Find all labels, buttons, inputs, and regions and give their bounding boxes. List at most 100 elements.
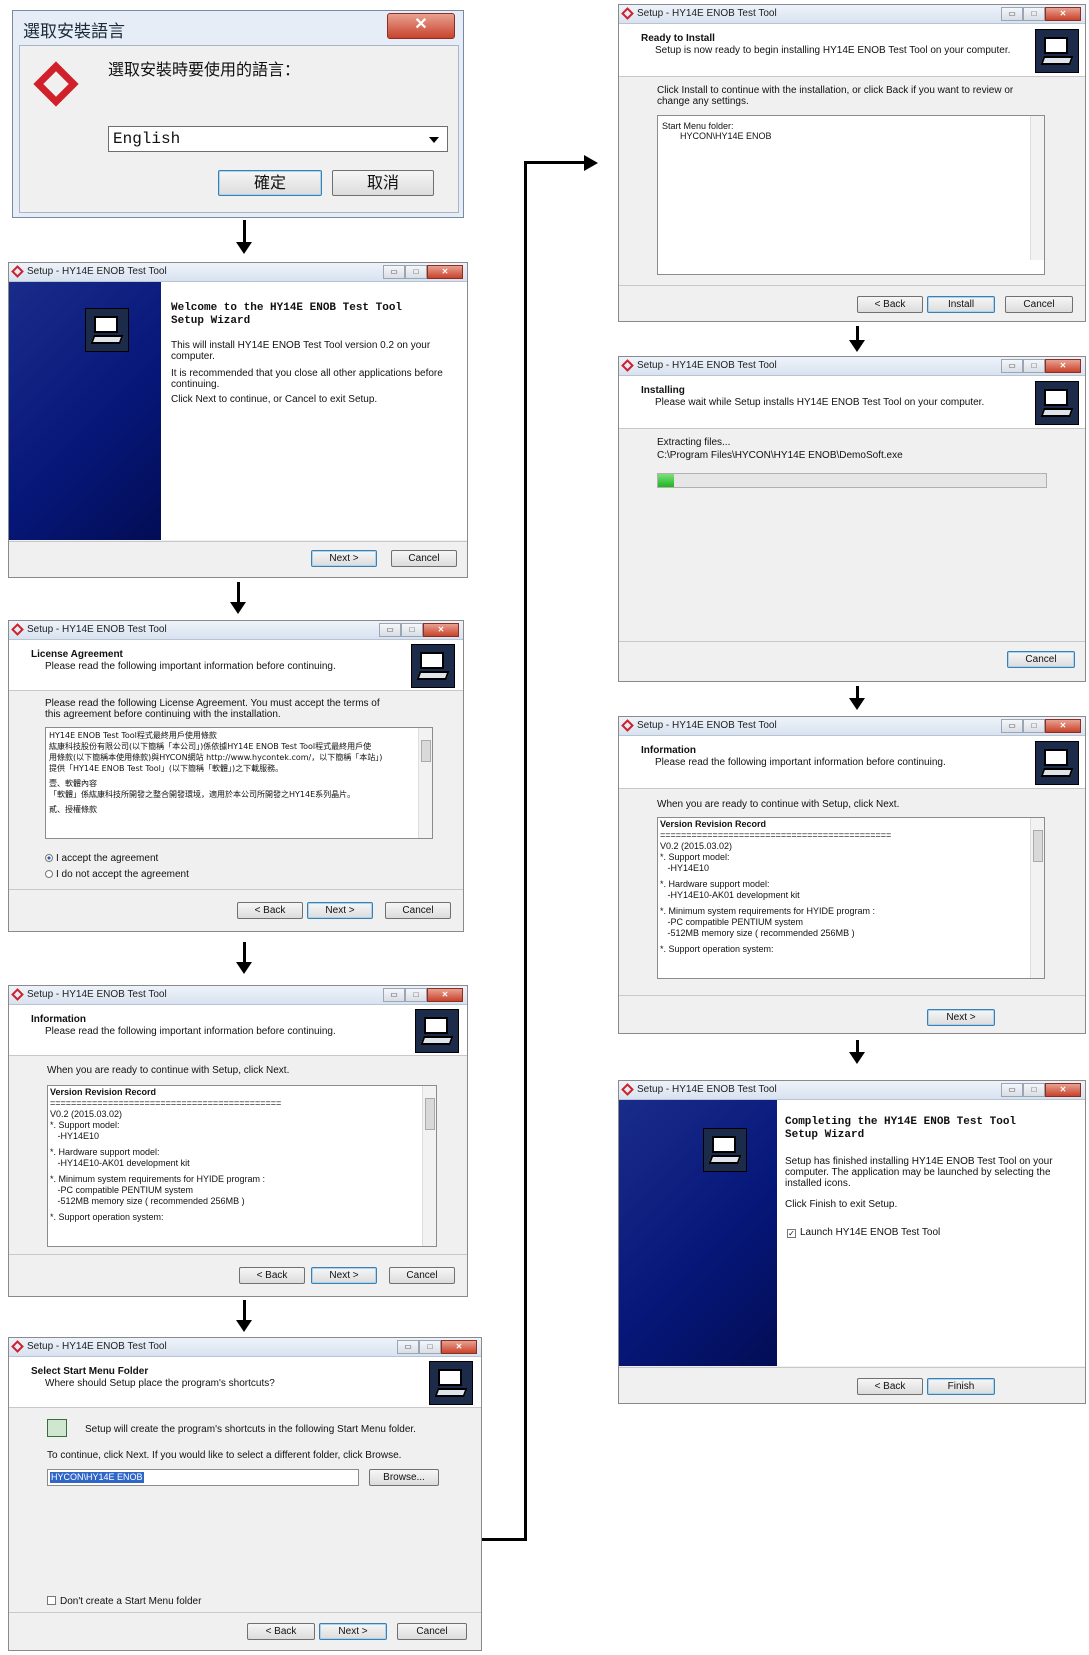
back-button[interactable]: < Back <box>239 1267 305 1284</box>
cancel-button[interactable]: 取消 <box>332 170 434 196</box>
minimize-icon[interactable]: ▭ <box>1001 719 1023 733</box>
window-controls[interactable]: ▭ □ ✕ <box>397 1340 477 1354</box>
window-controls[interactable]: ▭ □ ✕ <box>379 623 459 637</box>
folder-input[interactable]: HYCON\HY14E ENOB <box>47 1469 359 1486</box>
no-folder-label: Don't create a Start Menu folder <box>60 1596 202 1607</box>
maximize-icon[interactable]: □ <box>419 1340 441 1354</box>
setup-computer-icon <box>415 1009 459 1053</box>
app-icon <box>621 7 634 20</box>
maximize-icon[interactable]: □ <box>1023 359 1045 373</box>
maximize-icon[interactable]: □ <box>1023 719 1045 733</box>
cancel-button[interactable]: Cancel <box>389 1267 455 1284</box>
flow-arrow-head <box>849 1052 865 1064</box>
decline-radio[interactable]: I do not accept the agreement <box>45 869 189 881</box>
information-record: Version Revision Record =================… <box>50 1087 281 1223</box>
window-controls[interactable]: ▭ □ ✕ <box>383 988 463 1002</box>
close-icon[interactable]: ✕ <box>387 13 455 39</box>
record-line: -512MB memory size ( recommended 256MB ) <box>50 1196 245 1206</box>
back-button[interactable]: < Back <box>857 1378 923 1395</box>
window-title: Setup - HY14E ENOB Test Tool <box>637 1084 777 1095</box>
minimize-icon[interactable]: ▭ <box>379 623 401 637</box>
window-title: Setup - HY14E ENOB Test Tool <box>637 360 777 371</box>
progress-fill <box>658 474 674 487</box>
maximize-icon[interactable]: □ <box>405 265 427 279</box>
scrollbar[interactable] <box>422 1086 436 1246</box>
wizard-side-banner <box>9 282 161 540</box>
minimize-icon[interactable]: ▭ <box>1001 359 1023 373</box>
window-controls[interactable]: ▭ □ ✕ <box>1001 359 1081 373</box>
window-controls[interactable]: ▭ □ ✕ <box>1001 7 1081 21</box>
close-icon[interactable]: ✕ <box>1045 7 1081 21</box>
title-bar: Setup - HY14E ENOB Test Tool ▭ □ ✕ <box>9 1338 481 1357</box>
window-controls[interactable]: ▭ □ ✕ <box>1001 1083 1081 1097</box>
back-button[interactable]: < Back <box>857 296 923 313</box>
page-title: License Agreement <box>31 649 123 660</box>
cancel-button[interactable]: Cancel <box>1007 651 1075 668</box>
welcome-heading: Welcome to the HY14E ENOB Test Tool Setu… <box>171 302 403 327</box>
scrollbar[interactable] <box>418 728 432 838</box>
minimize-icon[interactable]: ▭ <box>397 1340 419 1354</box>
language-select[interactable]: English <box>108 126 448 152</box>
flow-arrow-head <box>236 1320 252 1332</box>
page-header: Ready to Install Setup is now ready to b… <box>619 24 1085 77</box>
next-button[interactable]: Next > <box>927 1009 995 1026</box>
maximize-icon[interactable]: □ <box>401 623 423 637</box>
information-text-box[interactable]: Version Revision Record =================… <box>657 817 1045 979</box>
close-icon[interactable]: ✕ <box>441 1340 477 1354</box>
information-text-box[interactable]: Version Revision Record =================… <box>47 1085 437 1247</box>
minimize-icon[interactable]: ▭ <box>383 988 405 1002</box>
close-icon[interactable]: ✕ <box>427 265 463 279</box>
title-bar: Setup - HY14E ENOB Test Tool ▭ □ ✕ <box>619 717 1085 736</box>
page-subtitle: Please read the following important info… <box>655 757 946 768</box>
launch-checkbox[interactable]: ✓ Launch HY14E ENOB Test Tool <box>787 1227 940 1239</box>
browse-button[interactable]: Browse... <box>369 1469 439 1486</box>
maximize-icon[interactable]: □ <box>1023 7 1045 21</box>
ready-memo[interactable]: Start Menu folder: HYCON\HY14E ENOB <box>657 115 1045 275</box>
install-status: Extracting files... <box>657 437 731 448</box>
welcome-content: Welcome to the HY14E ENOB Test Tool Setu… <box>161 282 467 540</box>
finish-button[interactable]: Finish <box>927 1378 995 1395</box>
close-icon[interactable]: ✕ <box>423 623 459 637</box>
scrollbar[interactable] <box>1030 116 1044 260</box>
cancel-button[interactable]: Cancel <box>385 902 451 919</box>
no-folder-checkbox[interactable]: Don't create a Start Menu folder <box>47 1596 201 1608</box>
accept-radio[interactable]: I accept the agreement <box>45 853 158 865</box>
record-line: *. Hardware support model: <box>660 879 770 889</box>
close-icon[interactable]: ✕ <box>1045 719 1081 733</box>
license-line: 壹、軟體內容 <box>49 779 97 788</box>
back-button[interactable]: < Back <box>247 1623 315 1640</box>
scrollbar[interactable] <box>1030 818 1044 978</box>
next-button[interactable]: Next > <box>319 1623 387 1640</box>
information-window-left: Setup - HY14E ENOB Test Tool ▭ □ ✕ Informa… <box>8 985 468 1297</box>
close-icon[interactable]: ✕ <box>427 988 463 1002</box>
memo-value: HYCON\HY14E ENOB <box>680 131 772 141</box>
ready-intro: Click Install to continue with the insta… <box>657 85 1014 107</box>
installing-window: Setup - HY14E ENOB Test Tool ▭ □ ✕ Install… <box>618 356 1086 682</box>
license-line: 紘康科技股份有限公司(以下簡稱「本公司」)係依據HY14E ENOB Test … <box>49 742 372 751</box>
minimize-icon[interactable]: ▭ <box>383 265 405 279</box>
maximize-icon[interactable]: □ <box>1023 1083 1045 1097</box>
license-text-box[interactable]: HY14E ENOB Test Tool程式最終用戶使用條款 紘康科技股份有限公司… <box>45 727 433 839</box>
next-button[interactable]: Next > <box>311 550 377 567</box>
minimize-icon[interactable]: ▭ <box>1001 1083 1023 1097</box>
maximize-icon[interactable]: □ <box>405 988 427 1002</box>
close-icon[interactable]: ✕ <box>1045 359 1081 373</box>
finish-p2: Click Finish to exit Setup. <box>785 1199 898 1210</box>
ok-button[interactable]: 確定 <box>218 170 322 196</box>
page-title: Installing <box>641 385 685 396</box>
window-controls[interactable]: ▭ □ ✕ <box>1001 719 1081 733</box>
next-button[interactable]: Next > <box>307 902 373 919</box>
next-button[interactable]: Next > <box>311 1267 377 1284</box>
cancel-button[interactable]: Cancel <box>391 550 457 567</box>
close-icon[interactable]: ✕ <box>1045 1083 1081 1097</box>
page-header: Information Please read the following im… <box>619 736 1085 789</box>
install-file: C:\Program Files\HYCON\HY14E ENOB\DemoSo… <box>657 450 903 461</box>
back-button[interactable]: < Back <box>237 902 303 919</box>
minimize-icon[interactable]: ▭ <box>1001 7 1023 21</box>
welcome-window: Setup - HY14E ENOB Test Tool ▭ □ ✕ Welcome… <box>8 262 468 578</box>
record-line: ========================================… <box>660 830 892 840</box>
window-controls[interactable]: ▭ □ ✕ <box>383 265 463 279</box>
cancel-button[interactable]: Cancel <box>1005 296 1073 313</box>
install-button[interactable]: Install <box>927 296 995 313</box>
cancel-button[interactable]: Cancel <box>397 1623 467 1640</box>
